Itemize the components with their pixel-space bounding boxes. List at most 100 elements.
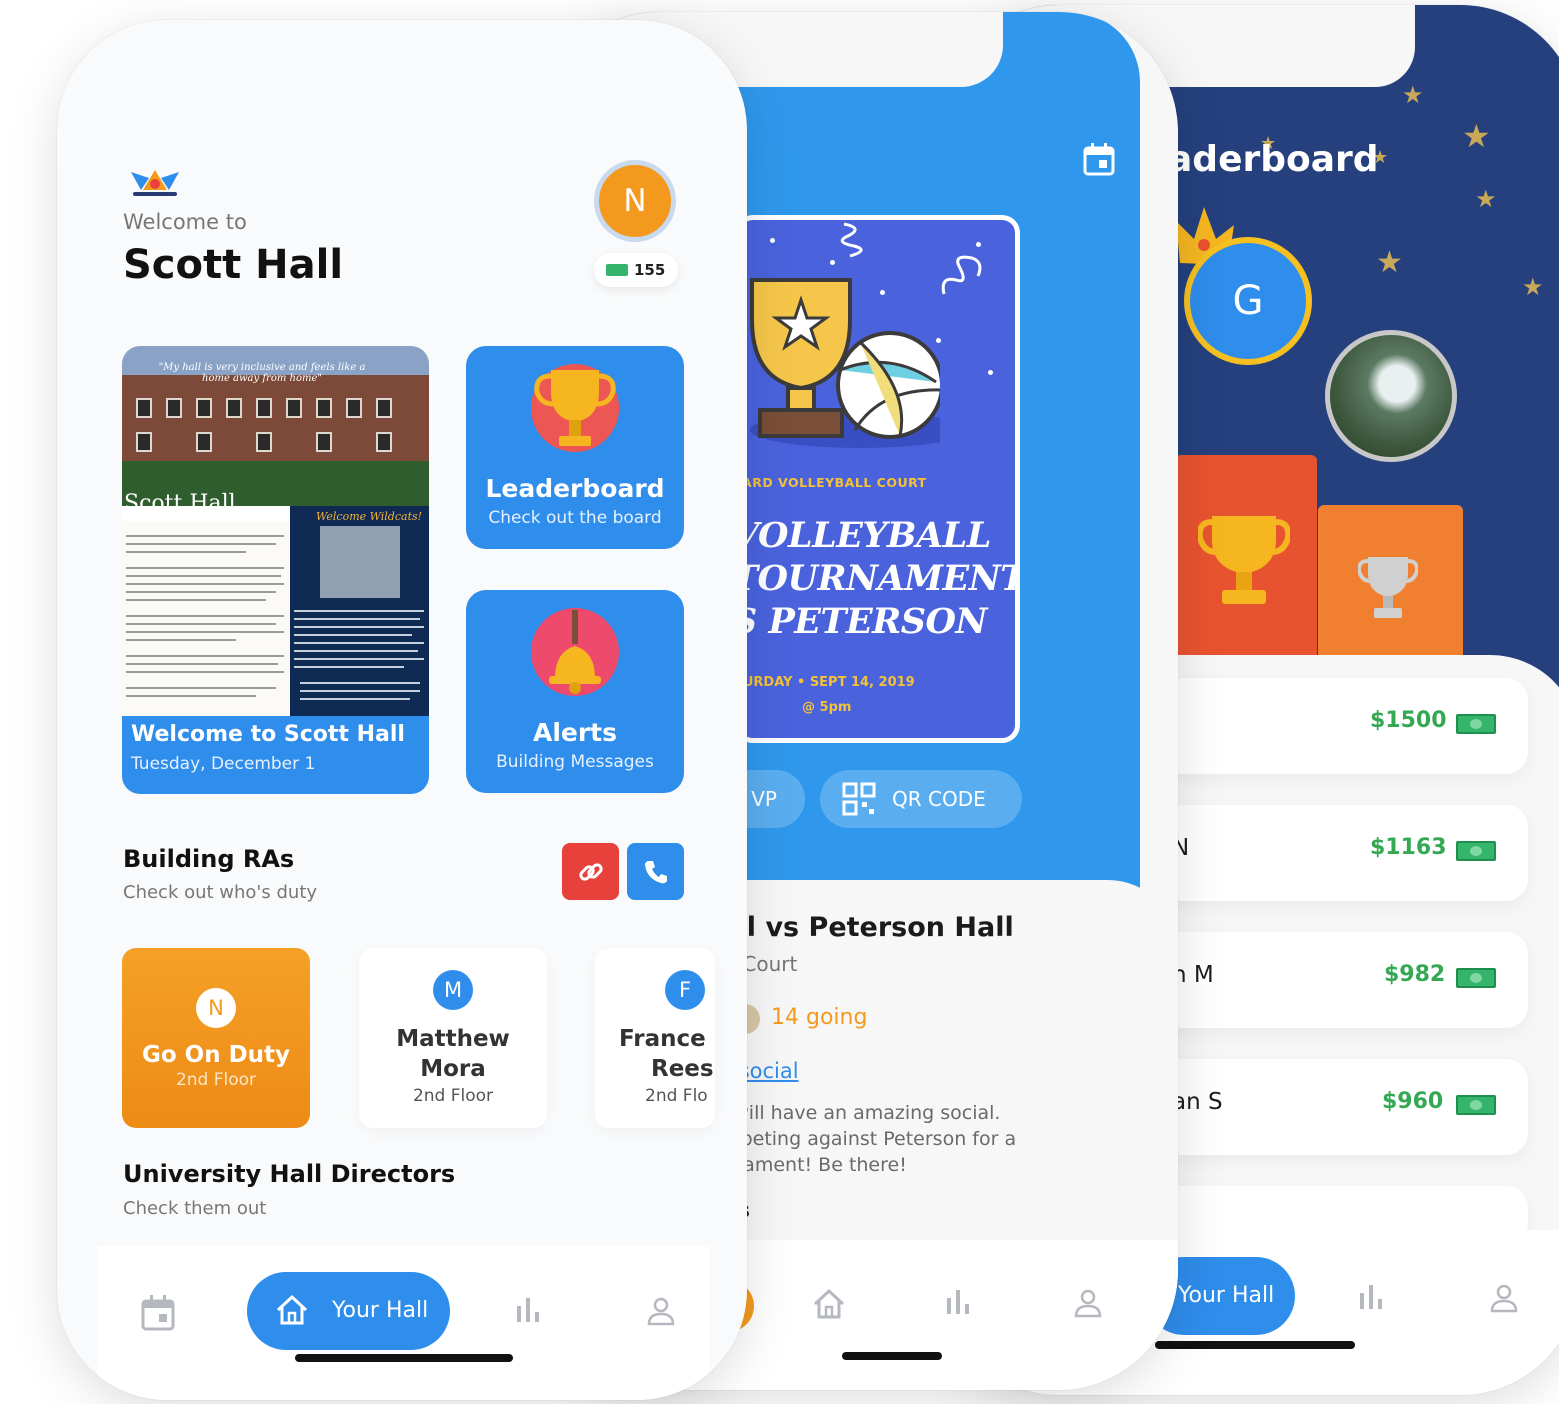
- section-title: University Hall Directors: [123, 1160, 456, 1188]
- poster-headline-3: S PETERSON: [735, 601, 988, 642]
- qr-code-label: QR CODE: [892, 787, 986, 811]
- leaderboard-row[interactable]: n M $982: [1140, 932, 1528, 1028]
- call-button[interactable]: [627, 843, 684, 900]
- text-line: [126, 631, 284, 633]
- ra-card[interactable]: F France Rees 2nd Flo: [595, 948, 715, 1128]
- coin-count: 155: [634, 261, 666, 279]
- text-line: [126, 535, 284, 537]
- link-button[interactable]: [562, 843, 619, 900]
- ra-avatar: F: [665, 970, 705, 1010]
- row-name: an S: [1172, 1089, 1223, 1115]
- text-line: [294, 610, 424, 612]
- hall-photo: "My hall is very inclusive and feels lik…: [122, 346, 429, 506]
- star-icon: ★: [1376, 245, 1403, 280]
- calendar-icon[interactable]: [141, 1295, 175, 1331]
- featured-hall-card[interactable]: "My hall is very inclusive and feels lik…: [122, 346, 429, 794]
- phone-icon: [645, 861, 667, 884]
- qr-code-icon: [842, 782, 876, 816]
- text-line: [126, 655, 284, 657]
- window: [166, 398, 182, 418]
- ra-first-name: Matthew: [396, 1026, 510, 1052]
- row-amount: $960: [1382, 1089, 1444, 1114]
- user-avatar[interactable]: N: [594, 160, 676, 242]
- featured-banner: Welcome to Scott Hall Tuesday, December …: [122, 716, 429, 794]
- cash-icon: [606, 264, 628, 276]
- featured-date: Tuesday, December 1: [131, 754, 316, 774]
- window: [196, 398, 212, 418]
- leaderboard-row[interactable]: J $1500: [1140, 678, 1528, 774]
- home-indicator: [1155, 1341, 1355, 1349]
- newsletter-panel: Welcome Wildcats!: [290, 506, 429, 716]
- poster-time: @ 5pm: [802, 700, 852, 715]
- leaderboard-row[interactable]: N $1163: [1140, 805, 1528, 901]
- event-description-line: competing against Peterson for a: [700, 1128, 1017, 1150]
- going-count[interactable]: 14 going: [771, 1005, 867, 1030]
- gold-trophy-icon: [1198, 516, 1290, 604]
- text-line: [294, 618, 420, 620]
- bell-icon: [531, 608, 619, 696]
- section-subtitle: Check them out: [123, 1198, 267, 1219]
- text-line: [126, 623, 276, 625]
- go-on-duty-card[interactable]: N Go On Duty 2nd Floor: [122, 948, 310, 1128]
- star-icon: ★: [1475, 185, 1497, 213]
- coin-balance[interactable]: 155: [594, 253, 678, 287]
- streamer-icon: [941, 255, 982, 295]
- section-title: Building RAs: [123, 845, 295, 873]
- stats-icon[interactable]: [945, 1288, 973, 1316]
- photo-quote: "My hall is very inclusive and feels lik…: [158, 362, 366, 384]
- hall-phone: Welcome to Scott Hall N 155 "My hall is …: [57, 20, 747, 1400]
- photo-caption: Scott Hall: [124, 491, 236, 516]
- text-line: [126, 575, 281, 577]
- ra-floor: 2nd Floor: [175, 1070, 257, 1090]
- window: [376, 398, 392, 418]
- text-line: [294, 626, 424, 628]
- ra-last-name: Rees: [651, 1056, 714, 1082]
- row-amount: $1163: [1370, 835, 1447, 860]
- text-line: [126, 687, 276, 689]
- first-place-avatar[interactable]: G: [1184, 237, 1312, 365]
- profile-icon[interactable]: [1074, 1288, 1102, 1318]
- ra-name: Go On Duty: [141, 1042, 291, 1068]
- text-line: [294, 642, 424, 644]
- event-title: ball vs Peterson Hall: [700, 912, 1014, 943]
- home-icon[interactable]: [812, 1288, 846, 1320]
- stats-icon[interactable]: [1358, 1283, 1386, 1311]
- tile-title: Alerts: [532, 718, 618, 747]
- stats-icon[interactable]: [515, 1296, 543, 1324]
- text-line: [126, 599, 266, 601]
- window: [286, 398, 302, 418]
- profile-icon[interactable]: [1490, 1283, 1518, 1313]
- window: [316, 398, 332, 418]
- text-line: [294, 658, 424, 660]
- window: [196, 432, 212, 452]
- window: [226, 398, 242, 418]
- leaderboard-tile[interactable]: Leaderboard Check out the board: [466, 346, 684, 549]
- text-line: [126, 583, 284, 585]
- window: [316, 432, 332, 452]
- event-poster[interactable]: BARD VOLLEYBALL COURT VOLLEYBALL TOURNAM…: [735, 215, 1020, 743]
- text-line: [294, 666, 404, 668]
- welcome-label: Welcome to: [123, 210, 247, 234]
- home-indicator: [295, 1354, 513, 1362]
- profile-icon[interactable]: [647, 1296, 675, 1326]
- second-place-avatar[interactable]: [1325, 330, 1457, 462]
- leaderboard-row[interactable]: an S $960: [1140, 1059, 1528, 1155]
- text-line: [126, 663, 278, 665]
- streamer-icon: [840, 222, 863, 258]
- tile-subtitle: Check out the board: [488, 508, 662, 528]
- cash-icon: [1456, 714, 1496, 734]
- alerts-tile[interactable]: Alerts Building Messages: [466, 590, 684, 793]
- confetti-dot: [976, 242, 981, 247]
- ra-last-name: Mora: [420, 1056, 486, 1082]
- text-line: [126, 615, 284, 617]
- text-line: [300, 690, 420, 692]
- trophy-icon: [531, 364, 619, 452]
- qr-code-button[interactable]: QR CODE: [820, 770, 1022, 828]
- calendar-icon[interactable]: [1083, 143, 1115, 177]
- window: [136, 432, 152, 452]
- ra-card[interactable]: M Matthew Mora 2nd Floor: [359, 948, 547, 1128]
- poster-headline-2: TOURNAMENT: [735, 558, 1020, 599]
- text-line: [126, 543, 276, 545]
- nav-your-hall[interactable]: Your Hall: [247, 1272, 450, 1350]
- newsletter-photo: [320, 526, 400, 598]
